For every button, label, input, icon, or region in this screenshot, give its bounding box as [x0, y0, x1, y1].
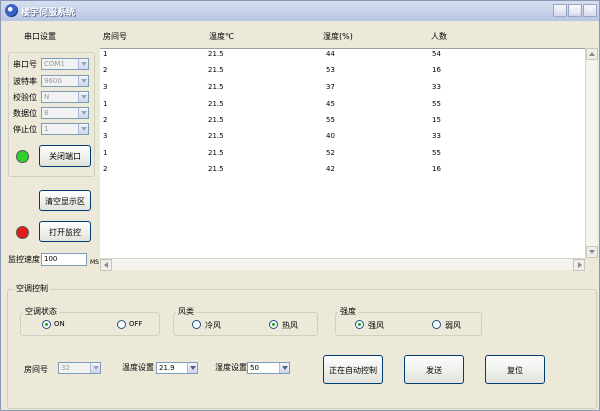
dropdown-arrow-icon [78, 108, 88, 118]
wind-strength-title: 强度 [338, 306, 358, 317]
column-header-temperature: 温度℃ [209, 32, 234, 41]
weak-wind-label: 弱风 [445, 321, 461, 330]
hot-wind-label: 热风 [282, 321, 298, 330]
horizontal-scrollbar[interactable] [100, 258, 585, 271]
dropdown-arrow-icon [78, 76, 88, 86]
serial-port-select[interactable]: COM1 [41, 58, 89, 70]
dropdown-arrow-icon [90, 363, 100, 373]
baud-rate-select[interactable]: 9600 [41, 75, 89, 87]
ac-off-radio[interactable] [117, 320, 126, 329]
serial-settings-heading: 串口设置 [24, 32, 56, 41]
cold-wind-label: 冷风 [205, 321, 221, 330]
stop-bits-label: 停止位 [13, 125, 37, 134]
parity-label: 校验位 [13, 93, 37, 102]
dropdown-arrow-icon [187, 363, 197, 373]
app-icon [5, 4, 18, 17]
table-row[interactable]: 3 21.5 40 33 [100, 132, 585, 148]
dropdown-arrow-icon [279, 363, 289, 373]
table-row[interactable]: 2 21.5 53 16 [100, 66, 585, 82]
reset-button[interactable]: 复位 [485, 355, 545, 384]
room-number-select[interactable]: 32 [58, 362, 101, 374]
stop-bits-select[interactable]: 1 [41, 123, 89, 135]
data-table[interactable]: 1 21.5 44 54 2 21.5 53 16 3 21.5 37 33 1… [100, 48, 585, 270]
column-header-humidity: 湿度(%) [323, 32, 353, 41]
humidity-setting-label: 湿度设置 [215, 363, 247, 372]
temperature-setting-label: 温度设置 [122, 363, 154, 372]
ac-off-label: OFF [129, 320, 143, 328]
close-button[interactable]: × [583, 4, 597, 17]
table-row[interactable]: 2 21.5 55 15 [100, 116, 585, 132]
baud-rate-label: 波特率 [13, 77, 37, 86]
title-bar: 楼宇伺服系统 ‒ □ × [1, 1, 599, 21]
app-window: 楼宇伺服系统 ‒ □ × 串口设置 串口号 COM1 波特率 9600 校验位 … [0, 0, 600, 411]
weak-wind-radio[interactable] [432, 320, 441, 329]
cold-wind-radio[interactable] [192, 320, 201, 329]
scroll-down-icon[interactable] [586, 246, 598, 258]
data-bits-select[interactable]: 8 [41, 107, 89, 119]
room-number-label: 房间号 [24, 365, 48, 374]
ac-control-heading: 空调控制 [14, 283, 50, 294]
close-port-button[interactable]: 关闭端口 [39, 145, 91, 167]
wind-type-title: 风类 [176, 306, 196, 317]
scroll-left-icon[interactable] [100, 259, 112, 271]
auto-control-button[interactable]: 正在自动控制 [323, 355, 383, 384]
dropdown-arrow-icon [78, 59, 88, 69]
send-button[interactable]: 发送 [404, 355, 464, 384]
table-header: 房间号 温度℃ 湿度(%) 人数 [100, 26, 596, 48]
table-row[interactable]: 1 21.5 44 54 [100, 50, 585, 66]
maximize-icon: □ [570, 5, 580, 15]
scroll-up-icon[interactable] [586, 48, 598, 60]
vertical-scrollbar[interactable] [585, 48, 598, 258]
table-row[interactable]: 1 21.5 52 55 [100, 149, 585, 165]
dropdown-arrow-icon [78, 92, 88, 102]
table-row[interactable]: 3 21.5 37 33 [100, 83, 585, 99]
monitor-status-indicator [16, 226, 29, 239]
parity-select[interactable]: N [41, 91, 89, 103]
table-row[interactable]: 1 21.5 45 55 [100, 100, 585, 116]
strong-wind-label: 强风 [368, 321, 384, 330]
temperature-setting-select[interactable]: 21.9 [156, 362, 198, 374]
monitor-speed-unit: MS [90, 259, 99, 266]
humidity-setting-select[interactable]: 50 [247, 362, 290, 374]
open-monitor-button[interactable]: 打开监控 [39, 221, 91, 242]
close-icon: × [586, 5, 594, 15]
column-header-room: 房间号 [103, 32, 127, 41]
ac-on-label: ON [54, 320, 65, 328]
minimize-icon: ‒ [557, 5, 563, 15]
serial-port-label: 串口号 [13, 60, 37, 69]
column-header-people: 人数 [431, 32, 447, 41]
window-title: 楼宇伺服系统 [21, 8, 76, 18]
ac-on-radio[interactable] [42, 320, 51, 329]
monitor-speed-label: 监控速度 [8, 255, 40, 264]
hot-wind-radio[interactable] [269, 320, 278, 329]
port-status-indicator [16, 150, 29, 163]
dropdown-arrow-icon [78, 124, 88, 134]
minimize-button[interactable]: ‒ [553, 4, 567, 17]
monitor-speed-input[interactable]: 100 [41, 253, 87, 266]
ac-state-title: 空调状态 [23, 306, 59, 317]
table-row[interactable]: 2 21.5 42 16 [100, 165, 585, 181]
ac-control-group [7, 289, 597, 409]
data-bits-label: 数据位 [13, 109, 37, 118]
strong-wind-radio[interactable] [355, 320, 364, 329]
maximize-button[interactable]: □ [568, 4, 582, 17]
scroll-right-icon[interactable] [573, 259, 585, 271]
clear-display-button[interactable]: 清空显示区 [39, 190, 91, 211]
